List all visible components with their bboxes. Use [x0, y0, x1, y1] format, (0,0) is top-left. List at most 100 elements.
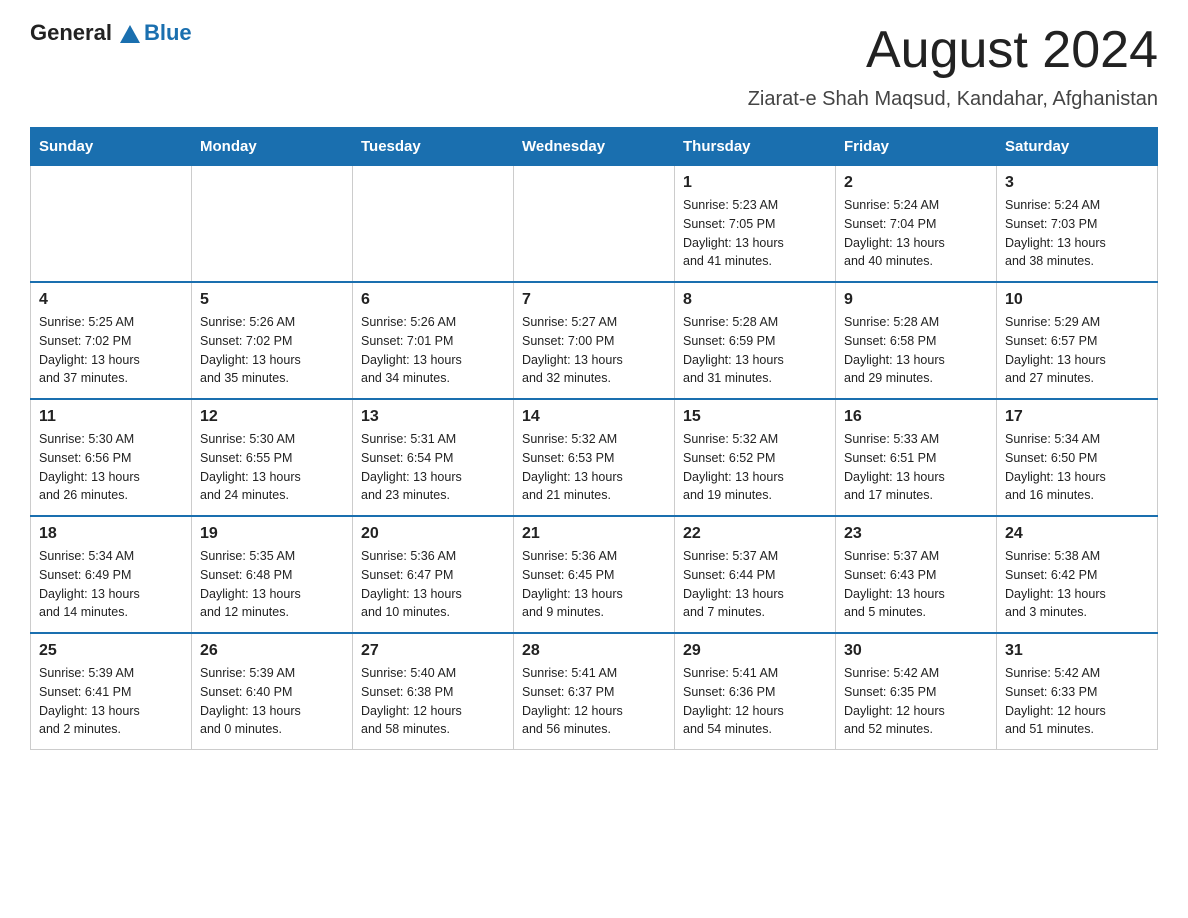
day-number: 21	[522, 525, 666, 543]
day-detail: Sunrise: 5:30 AM Sunset: 6:56 PM Dayligh…	[39, 430, 183, 505]
day-number: 9	[844, 291, 988, 309]
day-number: 4	[39, 291, 183, 309]
calendar-day-cell: 1 Sunrise: 5:23 AM Sunset: 7:05 PM Daylig…	[675, 166, 836, 283]
calendar-week-row: 11 Sunrise: 5:30 AM Sunset: 6:56 PM Dayli…	[31, 399, 1158, 516]
day-detail: Sunrise: 5:37 AM Sunset: 6:43 PM Dayligh…	[844, 547, 988, 622]
day-detail: Sunrise: 5:42 AM Sunset: 6:33 PM Dayligh…	[1005, 664, 1149, 739]
calendar-day-cell: 24Sunrise: 5:38 AM Sunset: 6:42 PM Dayli…	[997, 516, 1158, 633]
day-number: 11	[39, 408, 183, 426]
logo: General Blue	[30, 20, 192, 46]
day-detail: Sunrise: 5:33 AM Sunset: 6:51 PM Dayligh…	[844, 430, 988, 505]
day-number: 18	[39, 525, 183, 543]
weekday-header-row: SundayMondayTuesdayWednesdayThursdayFrid…	[31, 128, 1158, 166]
calendar-day-cell: 9 Sunrise: 5:28 AM Sunset: 6:58 PM Daylig…	[836, 282, 997, 399]
calendar-day-cell: 3 Sunrise: 5:24 AM Sunset: 7:03 PM Daylig…	[997, 166, 1158, 283]
day-detail: Sunrise: 5:41 AM Sunset: 6:36 PM Dayligh…	[683, 664, 827, 739]
day-detail: Sunrise: 5:42 AM Sunset: 6:35 PM Dayligh…	[844, 664, 988, 739]
day-detail: Sunrise: 5:36 AM Sunset: 6:47 PM Dayligh…	[361, 547, 505, 622]
calendar-day-cell	[31, 166, 192, 283]
day-number: 31	[1005, 642, 1149, 660]
day-number: 13	[361, 408, 505, 426]
day-detail: Sunrise: 5:26 AM Sunset: 7:01 PM Dayligh…	[361, 313, 505, 388]
day-detail: Sunrise: 5:24 AM Sunset: 7:04 PM Dayligh…	[844, 196, 988, 271]
day-detail: Sunrise: 5:34 AM Sunset: 6:50 PM Dayligh…	[1005, 430, 1149, 505]
day-number: 3	[1005, 174, 1149, 192]
calendar-day-cell: 20 Sunrise: 5:36 AM Sunset: 6:47 PM Dayli…	[353, 516, 514, 633]
calendar-day-cell	[353, 166, 514, 283]
calendar-day-cell: 11 Sunrise: 5:30 AM Sunset: 6:56 PM Dayli…	[31, 399, 192, 516]
day-number: 22	[683, 525, 827, 543]
day-detail: Sunrise: 5:39 AM Sunset: 6:41 PM Dayligh…	[39, 664, 183, 739]
day-number: 7	[522, 291, 666, 309]
day-detail: Sunrise: 5:40 AM Sunset: 6:38 PM Dayligh…	[361, 664, 505, 739]
day-number: 23	[844, 525, 988, 543]
calendar-week-row: 25Sunrise: 5:39 AM Sunset: 6:41 PM Dayli…	[31, 633, 1158, 750]
calendar-day-cell: 6 Sunrise: 5:26 AM Sunset: 7:01 PM Daylig…	[353, 282, 514, 399]
calendar-day-cell: 25Sunrise: 5:39 AM Sunset: 6:41 PM Dayli…	[31, 633, 192, 750]
day-number: 16	[844, 408, 988, 426]
day-number: 5	[200, 291, 344, 309]
logo-triangle-icon	[118, 23, 140, 43]
day-detail: Sunrise: 5:31 AM Sunset: 6:54 PM Dayligh…	[361, 430, 505, 505]
weekday-header-cell: Tuesday	[353, 128, 514, 166]
calendar-day-cell: 15 Sunrise: 5:32 AM Sunset: 6:52 PM Dayli…	[675, 399, 836, 516]
weekday-header-cell: Thursday	[675, 128, 836, 166]
day-number: 24	[1005, 525, 1149, 543]
day-number: 14	[522, 408, 666, 426]
calendar-day-cell: 4Sunrise: 5:25 AM Sunset: 7:02 PM Daylig…	[31, 282, 192, 399]
day-detail: Sunrise: 5:37 AM Sunset: 6:44 PM Dayligh…	[683, 547, 827, 622]
day-detail: Sunrise: 5:28 AM Sunset: 6:59 PM Dayligh…	[683, 313, 827, 388]
calendar-day-cell: 8 Sunrise: 5:28 AM Sunset: 6:59 PM Daylig…	[675, 282, 836, 399]
day-number: 12	[200, 408, 344, 426]
day-number: 6	[361, 291, 505, 309]
location-subtitle: Ziarat-e Shah Maqsud, Kandahar, Afghanis…	[30, 88, 1158, 111]
calendar-day-cell: 21 Sunrise: 5:36 AM Sunset: 6:45 PM Dayli…	[514, 516, 675, 633]
day-number: 15	[683, 408, 827, 426]
day-detail: Sunrise: 5:35 AM Sunset: 6:48 PM Dayligh…	[200, 547, 344, 622]
day-number: 20	[361, 525, 505, 543]
day-detail: Sunrise: 5:29 AM Sunset: 6:57 PM Dayligh…	[1005, 313, 1149, 388]
calendar-day-cell: 12Sunrise: 5:30 AM Sunset: 6:55 PM Dayli…	[192, 399, 353, 516]
calendar-day-cell: 16 Sunrise: 5:33 AM Sunset: 6:51 PM Dayli…	[836, 399, 997, 516]
day-detail: Sunrise: 5:39 AM Sunset: 6:40 PM Dayligh…	[200, 664, 344, 739]
calendar-day-cell: 18 Sunrise: 5:34 AM Sunset: 6:49 PM Dayli…	[31, 516, 192, 633]
calendar-day-cell: 22 Sunrise: 5:37 AM Sunset: 6:44 PM Dayli…	[675, 516, 836, 633]
weekday-header-cell: Friday	[836, 128, 997, 166]
weekday-header-cell: Wednesday	[514, 128, 675, 166]
day-detail: Sunrise: 5:27 AM Sunset: 7:00 PM Dayligh…	[522, 313, 666, 388]
calendar-day-cell: 5 Sunrise: 5:26 AM Sunset: 7:02 PM Daylig…	[192, 282, 353, 399]
calendar-day-cell	[192, 166, 353, 283]
day-number: 29	[683, 642, 827, 660]
calendar-week-row: 18 Sunrise: 5:34 AM Sunset: 6:49 PM Dayli…	[31, 516, 1158, 633]
weekday-header-cell: Saturday	[997, 128, 1158, 166]
day-detail: Sunrise: 5:41 AM Sunset: 6:37 PM Dayligh…	[522, 664, 666, 739]
day-number: 26	[200, 642, 344, 660]
logo-text-blue: Blue	[144, 20, 192, 46]
day-number: 2	[844, 174, 988, 192]
day-number: 28	[522, 642, 666, 660]
calendar-body: 1 Sunrise: 5:23 AM Sunset: 7:05 PM Daylig…	[31, 166, 1158, 750]
day-detail: Sunrise: 5:36 AM Sunset: 6:45 PM Dayligh…	[522, 547, 666, 622]
day-detail: Sunrise: 5:24 AM Sunset: 7:03 PM Dayligh…	[1005, 196, 1149, 271]
day-detail: Sunrise: 5:28 AM Sunset: 6:58 PM Dayligh…	[844, 313, 988, 388]
calendar-day-cell: 23 Sunrise: 5:37 AM Sunset: 6:43 PM Dayli…	[836, 516, 997, 633]
day-detail: Sunrise: 5:34 AM Sunset: 6:49 PM Dayligh…	[39, 547, 183, 622]
day-number: 10	[1005, 291, 1149, 309]
calendar-day-cell: 28 Sunrise: 5:41 AM Sunset: 6:37 PM Dayli…	[514, 633, 675, 750]
day-detail: Sunrise: 5:23 AM Sunset: 7:05 PM Dayligh…	[683, 196, 827, 271]
day-detail: Sunrise: 5:26 AM Sunset: 7:02 PM Dayligh…	[200, 313, 344, 388]
page-header: General Blue August 2024	[30, 20, 1158, 80]
day-number: 19	[200, 525, 344, 543]
calendar-day-cell: 10 Sunrise: 5:29 AM Sunset: 6:57 PM Dayli…	[997, 282, 1158, 399]
weekday-header-cell: Sunday	[31, 128, 192, 166]
day-number: 30	[844, 642, 988, 660]
calendar-day-cell: 13 Sunrise: 5:31 AM Sunset: 6:54 PM Dayli…	[353, 399, 514, 516]
weekday-header-cell: Monday	[192, 128, 353, 166]
calendar-day-cell: 14Sunrise: 5:32 AM Sunset: 6:53 PM Dayli…	[514, 399, 675, 516]
day-number: 1	[683, 174, 827, 192]
calendar-day-cell: 30 Sunrise: 5:42 AM Sunset: 6:35 PM Dayli…	[836, 633, 997, 750]
calendar-table: SundayMondayTuesdayWednesdayThursdayFrid…	[30, 127, 1158, 750]
calendar-day-cell: 7 Sunrise: 5:27 AM Sunset: 7:00 PM Daylig…	[514, 282, 675, 399]
day-detail: Sunrise: 5:32 AM Sunset: 6:52 PM Dayligh…	[683, 430, 827, 505]
day-number: 8	[683, 291, 827, 309]
